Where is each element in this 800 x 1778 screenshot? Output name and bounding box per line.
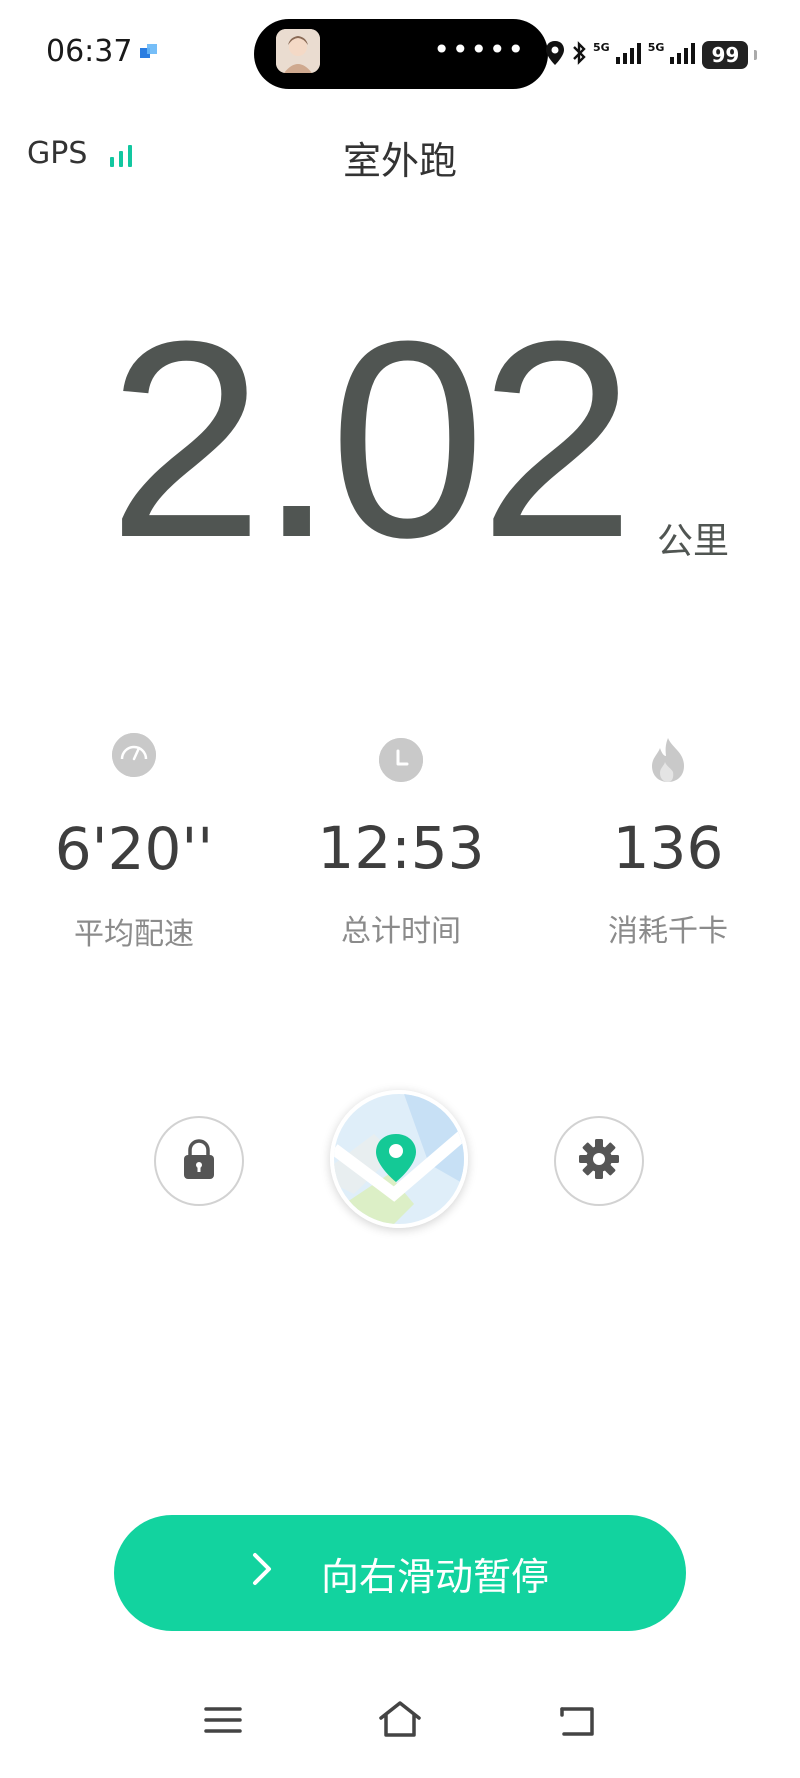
stat-label: 平均配速 (74, 917, 194, 952)
lock-icon (179, 1138, 219, 1184)
clock-icon (379, 738, 423, 782)
stat-label: 消耗千卡 (608, 914, 728, 949)
chevron-right-icon (251, 1551, 273, 1596)
page-title: 室外跑 (342, 139, 457, 183)
stat-value: 6'20'' (54, 815, 214, 883)
bluetooth-icon (571, 40, 587, 70)
map-pin-icon (334, 1094, 464, 1224)
settings-button[interactable] (554, 1116, 644, 1206)
menu-icon (204, 1707, 242, 1733)
home-nav-button[interactable] (378, 1700, 422, 1742)
stat-calories: 136 消耗千卡 (548, 738, 788, 950)
menu-nav-button[interactable] (204, 1705, 242, 1739)
distance-unit: 公里 (657, 521, 730, 562)
lock-button[interactable] (154, 1116, 244, 1206)
speedometer-icon (112, 733, 156, 777)
battery-indicator: 99 (702, 41, 749, 69)
home-icon (379, 1701, 421, 1737)
slide-label: 向右滑动暂停 (320, 1554, 549, 1599)
stat-label: 总计时间 (341, 914, 461, 949)
app-notification-icon (140, 44, 158, 60)
back-nav-button[interactable] (558, 1705, 596, 1741)
network-type-2: 5G (647, 40, 665, 54)
stat-value: 12:53 (317, 814, 485, 882)
status-icons: 5G 5G 99 (545, 38, 758, 72)
slide-to-pause-button[interactable]: 向右滑动暂停 (114, 1515, 686, 1631)
avatar (276, 29, 320, 73)
signal-bars-icon (670, 42, 696, 68)
stat-pace: 6'20'' 平均配速 (14, 733, 254, 953)
stat-value: 136 (612, 814, 724, 882)
flame-icon (646, 738, 690, 782)
distance-value: 2.02 (108, 284, 635, 596)
dynamic-island[interactable]: ••••• (254, 19, 548, 89)
status-time: 06:37 (46, 34, 133, 69)
map-button[interactable] (330, 1090, 468, 1228)
back-icon (560, 1707, 594, 1736)
more-dots-icon: ••••• (433, 33, 526, 66)
stat-time: 12:53 总计时间 (281, 738, 521, 950)
battery-tip-icon (754, 50, 758, 60)
location-icon (545, 40, 565, 70)
network-type-1: 5G (593, 40, 610, 54)
signal-bars-icon (615, 42, 642, 68)
gear-icon (577, 1137, 621, 1185)
